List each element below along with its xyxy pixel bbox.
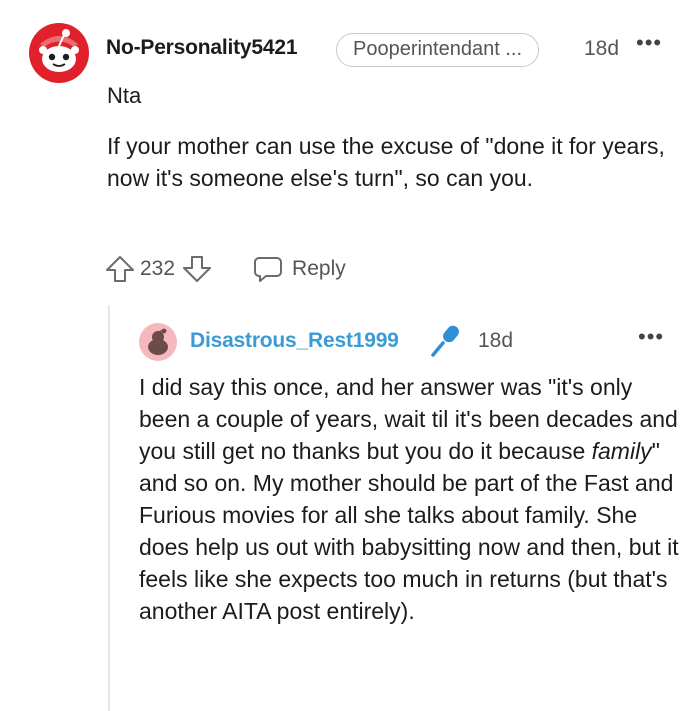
comment-timestamp: 18d — [584, 37, 620, 60]
upvote-icon[interactable] — [104, 254, 136, 284]
reply-username[interactable]: Disastrous_Rest1999 — [190, 329, 399, 353]
comment-bubble-icon — [254, 257, 283, 282]
microphone-icon — [431, 325, 459, 357]
user-flair: Pooperintendant ... — [336, 33, 540, 67]
vote-count: 232 — [140, 257, 176, 280]
reply-avatar[interactable] — [138, 322, 178, 362]
avatar[interactable] — [28, 22, 90, 84]
snoo-avatar-icon — [139, 323, 177, 361]
more-options-icon[interactable]: ••• — [638, 324, 664, 350]
reply-label: Reply — [292, 257, 346, 280]
snoo-avatar-icon — [29, 23, 89, 83]
reply-body-emphasis: family — [591, 438, 652, 464]
comment-action-bar: 232 Reply — [104, 252, 346, 286]
reply-button[interactable]: Reply — [253, 255, 346, 283]
reply-body-text-end: " and so on. My mother should be part of… — [139, 438, 679, 624]
downvote-icon[interactable] — [181, 254, 213, 284]
comment-body: If your mother can use the excuse of "do… — [107, 133, 665, 191]
reply-body: I did say this once, and her answer was … — [139, 371, 679, 627]
comment-verdict: Nta — [107, 83, 142, 108]
more-options-icon[interactable]: ••• — [636, 30, 662, 56]
thread-line[interactable] — [108, 305, 110, 711]
reply-timestamp: 18d — [478, 329, 514, 352]
comment-username[interactable]: No-Personality5421 — [106, 36, 298, 60]
